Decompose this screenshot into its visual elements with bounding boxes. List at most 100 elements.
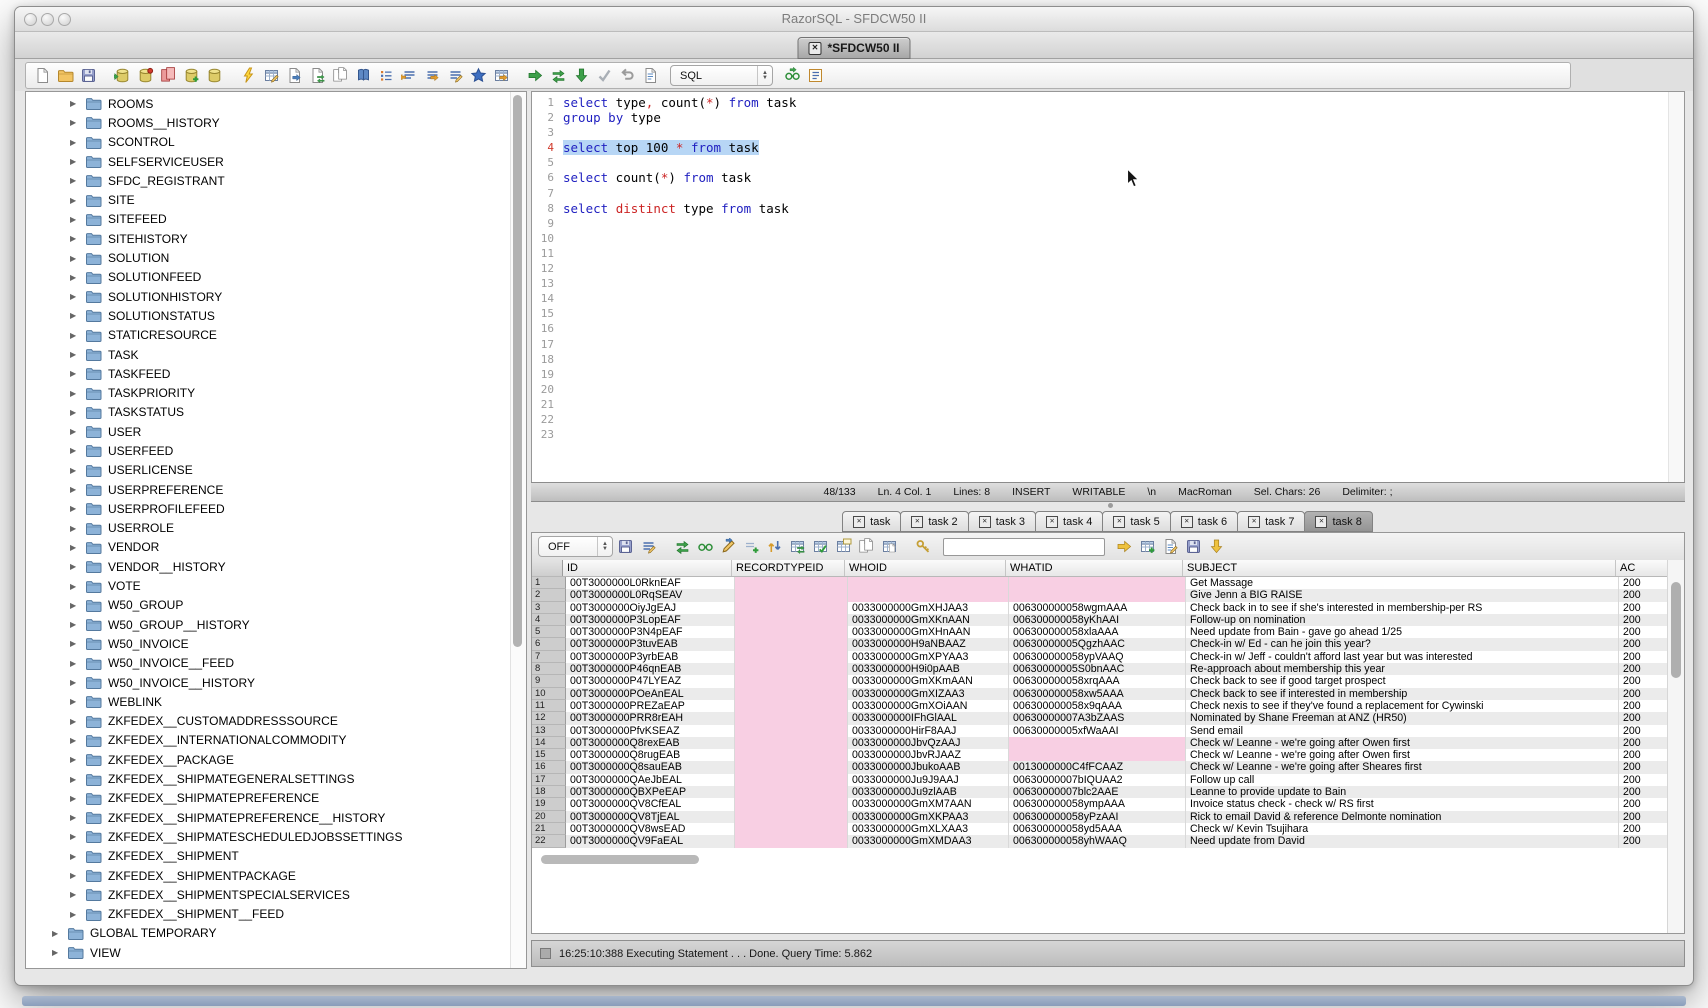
edit-row-icon[interactable] (718, 536, 739, 557)
tree-item-selfserviceuser[interactable]: ▶SELFSERVICEUSER (26, 152, 510, 171)
save-icon[interactable] (78, 65, 99, 86)
tree-item-zkfedex-shipmatepreference-history[interactable]: ▶ZKFEDEX__SHIPMATEPREFERENCE__HISTORY (26, 808, 510, 827)
tree-item-zkfedex-internationalcommodity[interactable]: ▶ZKFEDEX__INTERNATIONALCOMMODITY (26, 731, 510, 750)
table-row[interactable]: 800T3000000P46qnEAB0033000000H9i0pAAB006… (532, 663, 1668, 675)
tree-item-zkfedex-shipment-feed[interactable]: ▶ZKFEDEX__SHIPMENT__FEED (26, 904, 510, 923)
tree-item-userrole[interactable]: ▶USERROLE (26, 519, 510, 538)
select-stepper-icon[interactable]: ▲▼ (757, 66, 772, 85)
tree-item-global-temporary[interactable]: ▶GLOBAL TEMPORARY (26, 924, 510, 943)
table-row[interactable]: 1300T3000000PfvKSEAZ0033000000HirF8AAJ00… (532, 725, 1668, 737)
edit-cell-icon[interactable] (1160, 536, 1181, 557)
expand-arrow-icon[interactable]: ▶ (70, 890, 81, 899)
table-row[interactable]: 900T3000000P47LYEAZ0033000000GmXKmAAN006… (532, 675, 1668, 687)
expand-arrow-icon[interactable]: ▶ (70, 697, 81, 706)
tree-item-taskstatus[interactable]: ▶TASKSTATUS (26, 403, 510, 422)
table-row[interactable]: 400T3000000P3LopEAF0033000000GmXKnAAN006… (532, 614, 1668, 626)
tree-item-solutionstatus[interactable]: ▶SOLUTIONSTATUS (26, 306, 510, 325)
close-tab-icon[interactable]: ✕ (1248, 516, 1260, 528)
table-row[interactable]: 200T3000000L0RqSEAVGive Jenn a BIG RAISE… (532, 589, 1668, 601)
switch-statement-icon[interactable] (548, 65, 569, 86)
tree-item-taskpriority[interactable]: ▶TASKPRIORITY (26, 383, 510, 402)
expand-arrow-icon[interactable]: ▶ (70, 755, 81, 764)
save-table-icon[interactable] (1183, 536, 1204, 557)
tree-item-zkfedex-shipment[interactable]: ▶ZKFEDEX__SHIPMENT (26, 847, 510, 866)
close-tab-icon[interactable]: ✕ (911, 516, 923, 528)
table-row[interactable]: 500T3000000P3N4pEAF0033000000GmXHnAAN006… (532, 626, 1668, 638)
open-file-icon[interactable] (55, 65, 76, 86)
expand-arrow-icon[interactable]: ▶ (70, 736, 81, 745)
edit-results-icon[interactable] (261, 65, 282, 86)
tab-task-8[interactable]: ✕task 8 (1304, 511, 1372, 532)
expand-arrow-icon[interactable]: ▶ (70, 466, 81, 475)
table-row[interactable]: 1400T3000000Q8rexEAB0033000000JbvQzAAJCh… (532, 737, 1668, 749)
tree-item-w50-group-history[interactable]: ▶W50_GROUP__HISTORY (26, 615, 510, 634)
sql-editor[interactable]: 1234567891011121314151617181920212223 se… (531, 91, 1685, 483)
database-icon[interactable] (204, 65, 225, 86)
tree-item-sfdc-registrant[interactable]: ▶SFDC_REGISTRANT (26, 171, 510, 190)
tree-item-w50-invoice[interactable]: ▶W50_INVOICE (26, 634, 510, 653)
execute-forward-icon[interactable] (525, 65, 546, 86)
tree-item-zkfedex-shipmatepreference[interactable]: ▶ZKFEDEX__SHIPMATEPREFERENCE (26, 789, 510, 808)
tree-item-zkfedex-shipmatescheduledjobssettings[interactable]: ▶ZKFEDEX__SHIPMATESCHEDULEDJOBSSETTINGS (26, 827, 510, 846)
table-row[interactable]: 2200T3000000QV9FaEAL0033000000GmXMDAA300… (532, 835, 1668, 847)
sort-rows-icon[interactable] (764, 536, 785, 557)
expand-arrow-icon[interactable]: ▶ (70, 215, 81, 224)
expand-arrow-icon[interactable]: ▶ (70, 601, 81, 610)
insert-row-icon[interactable] (741, 536, 762, 557)
expand-arrow-icon[interactable]: ▶ (70, 350, 81, 359)
expand-arrow-icon[interactable]: ▶ (70, 427, 81, 436)
table-row[interactable]: 1000T3000000POeAnEAL0033000000GmXIZAA300… (532, 688, 1668, 700)
column-header-ac[interactable]: AC (1616, 560, 1668, 576)
describe-table-icon[interactable] (353, 65, 374, 86)
statement-list-icon[interactable] (376, 65, 397, 86)
tree-item-view[interactable]: ▶VIEW (26, 943, 510, 962)
refresh-table-icon[interactable] (787, 536, 808, 557)
tree-item-zkfedex-customaddresssource[interactable]: ▶ZKFEDEX__CUSTOMADDRESSSOURCE (26, 712, 510, 731)
expand-arrow-icon[interactable]: ▶ (70, 582, 81, 591)
copy-rows-icon[interactable] (856, 536, 877, 557)
tree-scrollbar[interactable] (510, 92, 526, 968)
copy-table-icon[interactable] (879, 536, 900, 557)
expand-arrow-icon[interactable]: ▶ (70, 871, 81, 880)
sort-results-icon[interactable] (422, 65, 443, 86)
execute-sql-icon[interactable] (238, 65, 259, 86)
table-row[interactable]: 2100T3000000QV8wsEAD0033000000GmXLXAA300… (532, 823, 1668, 835)
expand-arrow-icon[interactable]: ▶ (70, 273, 81, 282)
expand-arrow-icon[interactable]: ▶ (70, 99, 81, 108)
expand-arrow-icon[interactable]: ▶ (70, 678, 81, 687)
expand-arrow-icon[interactable]: ▶ (70, 852, 81, 861)
column-header-subject[interactable]: SUBJECT (1183, 560, 1616, 576)
tree-item-userlicense[interactable]: ▶USERLICENSE (26, 461, 510, 480)
column-header-recordtypeid[interactable]: RECORDTYPEID (732, 560, 845, 576)
tree-item-sitehistory[interactable]: ▶SITEHISTORY (26, 229, 510, 248)
expand-arrow-icon[interactable]: ▶ (70, 331, 81, 340)
edit-filter-icon[interactable] (638, 536, 659, 557)
connection-error-icon[interactable] (135, 65, 156, 86)
table-row[interactable]: 1900T3000000QV8CfEAL0033000000GmXM7AAN00… (532, 798, 1668, 810)
tree-item-userfeed[interactable]: ▶USERFEED (26, 441, 510, 460)
table-row[interactable]: 300T3000000OiyJgEAJ0033000000GmXHJAA3006… (532, 602, 1668, 614)
tree-item-sitefeed[interactable]: ▶SITEFEED (26, 210, 510, 229)
tab-task-2[interactable]: ✕task 2 (900, 511, 968, 532)
editor-scrollbar[interactable] (1668, 92, 1684, 482)
splitter-grip[interactable] (1108, 503, 1113, 508)
tab-task-4[interactable]: ✕task 4 (1035, 511, 1103, 532)
tree-item-solutionfeed[interactable]: ▶SOLUTIONFEED (26, 268, 510, 287)
tree-item-vendor-history[interactable]: ▶VENDOR__HISTORY (26, 557, 510, 576)
table-options-icon[interactable] (810, 536, 831, 557)
table-row[interactable]: 600T3000000P3tuvEAB0033000000H9aNBAAZ006… (532, 638, 1668, 650)
add-row-icon[interactable] (1137, 536, 1158, 557)
tree-item-zkfedex-shipmentpackage[interactable]: ▶ZKFEDEX__SHIPMENTPACKAGE (26, 866, 510, 885)
save-results-icon[interactable] (615, 536, 636, 557)
tree-item-w50-invoice-feed[interactable]: ▶W50_INVOICE__FEED (26, 654, 510, 673)
close-tab-icon[interactable]: ✕ (1315, 516, 1327, 528)
tree-item-user[interactable]: ▶USER (26, 422, 510, 441)
expand-arrow-icon[interactable]: ▶ (70, 118, 81, 127)
commit-icon[interactable] (594, 65, 615, 86)
expand-arrow-icon[interactable]: ▶ (70, 832, 81, 841)
expand-arrow-icon[interactable]: ▶ (70, 524, 81, 533)
export-query-icon[interactable] (284, 65, 305, 86)
sql-mode-select[interactable]: SQL ▲▼ (670, 65, 773, 86)
table-row[interactable]: 1200T3000000PRR8rEAH0033000000IFhGlAAL00… (532, 712, 1668, 724)
describe-columns-icon[interactable] (805, 65, 826, 86)
